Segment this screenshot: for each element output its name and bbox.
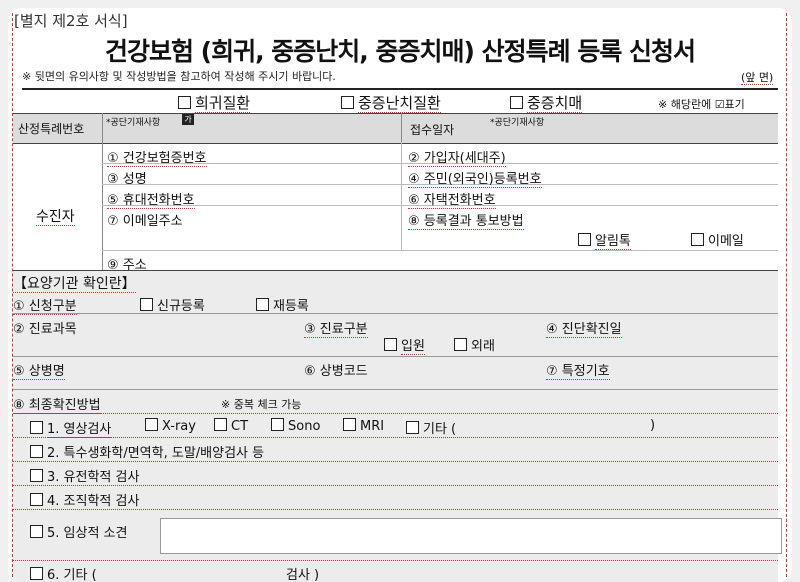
special-case-number-label: 산정특례번호: [18, 122, 85, 136]
disease-code-label: ⑥ 상병코드: [304, 364, 368, 379]
clinical-opinion-textbox[interactable]: [160, 518, 782, 554]
outpatient-option[interactable]: 외래: [454, 335, 495, 354]
request-type-label: ① 신청구분: [13, 299, 77, 315]
margin-guide-right: [786, 8, 787, 582]
checkbox[interactable]: [30, 493, 43, 506]
department-label: ② 진료과목: [13, 322, 77, 337]
method-ct[interactable]: CT: [214, 418, 248, 434]
disease-type-3[interactable]: 중증치매: [510, 92, 583, 113]
recipient-label: 수진자: [36, 209, 75, 226]
check-hint: ※ 해당란에 ☑표기: [658, 98, 745, 111]
field-resident-no: ④ 주민(외국인)등록번호: [408, 172, 542, 188]
method-imaging-etc[interactable]: 기타 (: [406, 418, 456, 437]
checkbox[interactable]: [178, 96, 191, 109]
receipt-date-label: 접수일자: [410, 123, 455, 137]
page-background: [별지 제2호 서식] 건강보험 (희귀, 중증난치, 중증치매) 산정특례 등…: [0, 0, 800, 582]
checkbox[interactable]: [214, 418, 227, 431]
disease-name-label: ⑤ 상병명: [13, 364, 65, 380]
new-registration-option[interactable]: 신규등록: [140, 295, 205, 314]
form-number: [별지 제2호 서식]: [14, 12, 128, 30]
checkbox[interactable]: [510, 96, 523, 109]
special-symbol-label: ⑦ 특정기호: [546, 364, 610, 380]
method-sono[interactable]: Sono: [271, 418, 320, 434]
clinic-section-title: 【요양기관 확인란】: [13, 276, 136, 293]
checkbox[interactable]: [140, 298, 153, 311]
checkbox[interactable]: [341, 96, 354, 109]
field-mobile: ⑤ 휴대전화번호: [107, 193, 195, 209]
method-imaging-etc-close: ): [650, 418, 656, 433]
checkbox[interactable]: [256, 298, 269, 311]
method-biochem[interactable]: 2. 특수생화학/면역학, 도말/배양검사 등: [30, 442, 264, 461]
method-mri[interactable]: MRI: [343, 418, 384, 434]
method-etc[interactable]: 6. 기타 (: [30, 564, 97, 582]
field-notify-method: ⑧ 등록결과 통보방법: [408, 214, 524, 230]
field-subscriber: ② 가입자(세대주): [408, 151, 506, 167]
method-clinical[interactable]: 5. 임상적 소견: [30, 522, 127, 541]
checkbox[interactable]: [30, 469, 43, 482]
field-name: ③ 성명: [107, 172, 147, 187]
checkbox[interactable]: [145, 418, 158, 431]
notify-email-option[interactable]: 이메일: [691, 230, 744, 249]
disease-type-1[interactable]: 희귀질환: [178, 92, 251, 113]
method-genetic[interactable]: 3. 유전학적 검사: [30, 466, 139, 485]
method-histology[interactable]: 4. 조직학적 검사: [30, 490, 139, 509]
cursor-tooltip-icon: 가: [182, 114, 194, 125]
diagnosis-date-label: ④ 진단확진일: [546, 322, 622, 338]
re-registration-option[interactable]: 재등록: [256, 295, 309, 314]
rule: [22, 88, 778, 90]
disease-type-2[interactable]: 중증난치질환: [341, 92, 441, 113]
checkbox[interactable]: [406, 421, 419, 434]
checkbox[interactable]: [30, 567, 43, 580]
checkbox[interactable]: [30, 421, 43, 434]
checkbox[interactable]: [30, 445, 43, 458]
confirm-method-label: ⑧ 최종확진방법: [13, 398, 101, 414]
page-side-label: (앞 면): [741, 71, 774, 85]
checkbox[interactable]: [343, 418, 356, 431]
instruction-note: ※ 뒷면의 유의사항 및 작성방법을 참고하여 작성해 주시기 바랍니다.: [22, 70, 336, 83]
notify-kakao-option[interactable]: 알림톡: [578, 230, 631, 250]
checkbox[interactable]: [691, 233, 704, 246]
multi-check-note: ※ 중복 체크 가능: [221, 398, 302, 411]
form-title: 건강보험 (희귀, 중증난치, 중증치매) 산정특례 등록 신청서: [104, 37, 696, 66]
checkbox[interactable]: [30, 525, 43, 538]
checkbox[interactable]: [578, 233, 591, 246]
checkbox[interactable]: [271, 418, 284, 431]
method-xray[interactable]: X-ray: [145, 418, 196, 434]
public-entry-note-2: *공단기재사항: [490, 118, 545, 128]
field-email: ⑦ 이메일주소: [107, 214, 183, 229]
field-home-phone: ⑥ 자택전화번호: [408, 193, 496, 209]
checkbox[interactable]: [384, 338, 397, 351]
checkbox[interactable]: [454, 338, 467, 351]
field-insurance-card-no: ① 건강보험증번호: [107, 151, 207, 167]
public-entry-note: *공단기재사항: [106, 118, 161, 128]
care-type-label: ③ 진료구분: [304, 322, 368, 338]
inpatient-option[interactable]: 입원: [384, 335, 425, 355]
document-page: [별지 제2호 서식] 건강보험 (희귀, 중증난치, 중증치매) 산정특례 등…: [8, 8, 792, 582]
method-imaging[interactable]: 1. 영상검사: [30, 418, 112, 438]
method-etc-tail: 검사 ): [286, 568, 320, 582]
